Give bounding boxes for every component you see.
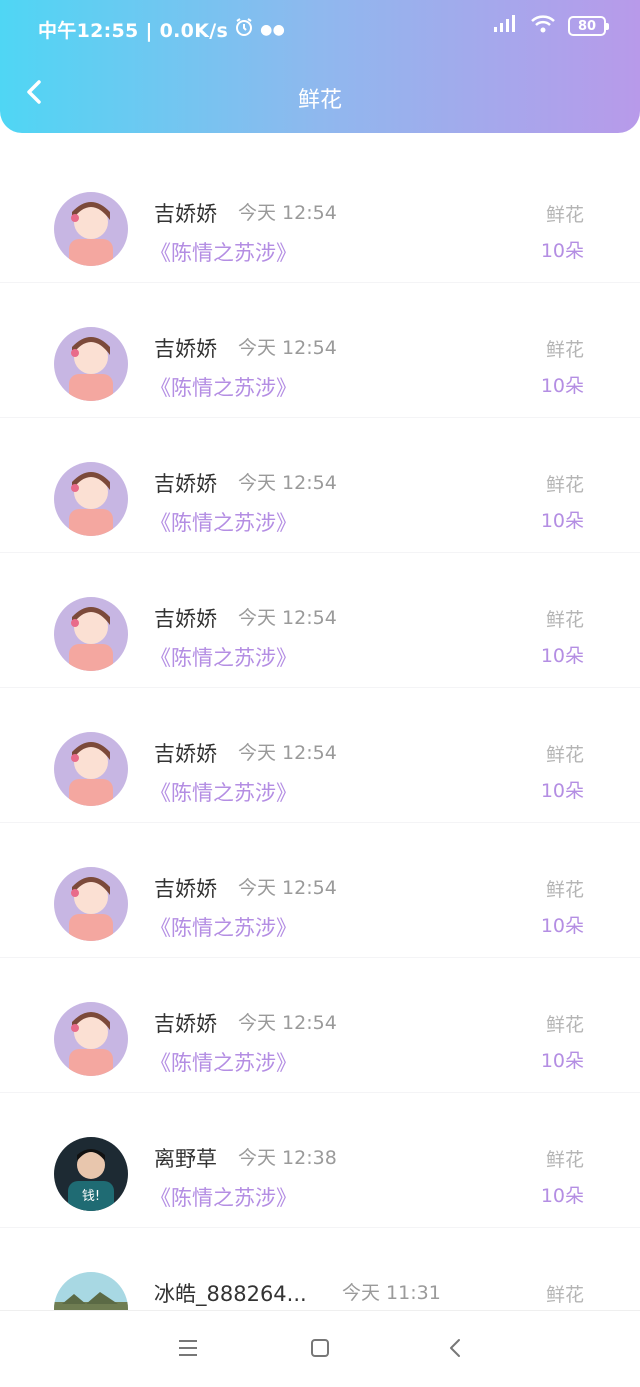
list-item[interactable]: 吉娇娇 今天 12:54 《陈情之苏涉》 鲜花 10朵 — [0, 148, 640, 283]
gift-time: 今天 12:54 — [238, 1012, 337, 1034]
list-item[interactable]: 钱! 离野草 今天 12:38 《陈情之苏涉》 鲜花 10朵 — [0, 1093, 640, 1228]
novel-title[interactable]: 《陈情之苏涉》 — [150, 1182, 297, 1212]
gift-type: 鲜花 — [545, 1149, 584, 1171]
battery-icon: 80 — [568, 16, 609, 36]
user-name[interactable]: 吉娇娇 — [154, 873, 217, 903]
alarm-icon — [234, 17, 254, 42]
user-name[interactable]: 冰皓_888264... — [154, 1278, 307, 1308]
gift-list: 吉娇娇 今天 12:54 《陈情之苏涉》 鲜花 10朵 吉娇娇 今天 12:54… — [0, 148, 640, 1363]
novel-title[interactable]: 《陈情之苏涉》 — [150, 237, 297, 267]
list-item[interactable]: 吉娇娇 今天 12:54 《陈情之苏涉》 鲜花 10朵 — [0, 553, 640, 688]
wifi-icon — [530, 14, 556, 38]
avatar[interactable] — [54, 1002, 128, 1076]
gift-time: 今天 12:54 — [238, 607, 337, 629]
user-name[interactable]: 吉娇娇 — [154, 333, 217, 363]
avatar[interactable] — [54, 327, 128, 401]
status-bar: 中午12:55 | 0.0K/s ●● 80 — [0, 0, 640, 58]
avatar[interactable]: 钱! — [54, 1137, 128, 1211]
gift-type: 鲜花 — [545, 474, 584, 496]
gift-time: 今天 12:38 — [238, 1147, 337, 1169]
list-item[interactable]: 吉娇娇 今天 12:54 《陈情之苏涉》 鲜花 10朵 — [0, 283, 640, 418]
system-back-button[interactable] — [440, 1335, 470, 1365]
home-button[interactable] — [305, 1335, 335, 1365]
gift-time: 今天 12:54 — [238, 877, 337, 899]
gift-count: 10朵 — [540, 915, 584, 937]
novel-title[interactable]: 《陈情之苏涉》 — [150, 777, 297, 807]
gift-time: 今天 12:54 — [238, 337, 337, 359]
avatar[interactable] — [54, 732, 128, 806]
gift-time: 今天 11:31 — [342, 1282, 441, 1304]
system-nav-bar — [0, 1310, 640, 1387]
user-name[interactable]: 离野草 — [154, 1143, 217, 1173]
list-item[interactable]: 吉娇娇 今天 12:54 《陈情之苏涉》 鲜花 10朵 — [0, 418, 640, 553]
status-time-speed: 中午12:55 | 0.0K/s — [38, 20, 229, 42]
gift-time: 今天 12:54 — [238, 472, 337, 494]
gift-count: 10朵 — [540, 1050, 584, 1072]
gift-count: 10朵 — [540, 375, 584, 397]
novel-title[interactable]: 《陈情之苏涉》 — [150, 912, 297, 942]
user-name[interactable]: 吉娇娇 — [154, 198, 217, 228]
avatar[interactable] — [54, 597, 128, 671]
avatar[interactable] — [54, 462, 128, 536]
gift-type: 鲜花 — [545, 1014, 584, 1036]
gift-type: 鲜花 — [545, 204, 584, 226]
gift-type: 鲜花 — [545, 339, 584, 361]
gift-type: 鲜花 — [545, 1284, 584, 1306]
novel-title[interactable]: 《陈情之苏涉》 — [150, 372, 297, 402]
gift-count: 10朵 — [540, 1185, 584, 1207]
user-name[interactable]: 吉娇娇 — [154, 1008, 217, 1038]
gift-type: 鲜花 — [545, 609, 584, 631]
user-name[interactable]: 吉娇娇 — [154, 603, 217, 633]
status-right: 80 — [492, 14, 609, 38]
battery-level: 80 — [577, 18, 597, 34]
novel-title[interactable]: 《陈情之苏涉》 — [150, 1047, 297, 1077]
gift-count: 10朵 — [540, 780, 584, 802]
avatar[interactable] — [54, 192, 128, 266]
home-square-icon — [309, 1337, 331, 1363]
menu-icon — [177, 1338, 199, 1362]
user-name[interactable]: 吉娇娇 — [154, 468, 217, 498]
triangle-back-icon — [447, 1337, 463, 1363]
gift-count: 10朵 — [540, 510, 584, 532]
gift-count: 10朵 — [540, 240, 584, 262]
menu-button[interactable] — [173, 1335, 203, 1365]
signal-icon — [492, 14, 518, 38]
gift-count: 10朵 — [540, 645, 584, 667]
gift-type: 鲜花 — [545, 744, 584, 766]
gift-time: 今天 12:54 — [238, 202, 337, 224]
gift-time: 今天 12:54 — [238, 742, 337, 764]
avatar-text: 钱! — [82, 1189, 100, 1204]
gift-type: 鲜花 — [545, 879, 584, 901]
page-title: 鲜花 — [297, 88, 342, 113]
user-name[interactable]: 吉娇娇 — [154, 738, 217, 768]
list-item[interactable]: 吉娇娇 今天 12:54 《陈情之苏涉》 鲜花 10朵 — [0, 823, 640, 958]
status-left: 中午12:55 | 0.0K/s ●● — [38, 16, 285, 43]
list-item[interactable]: 吉娇娇 今天 12:54 《陈情之苏涉》 鲜花 10朵 — [0, 688, 640, 823]
list-item[interactable]: 吉娇娇 今天 12:54 《陈情之苏涉》 鲜花 10朵 — [0, 958, 640, 1093]
nav-bar: 鲜花 — [0, 68, 640, 124]
novel-title[interactable]: 《陈情之苏涉》 — [150, 507, 297, 537]
novel-title[interactable]: 《陈情之苏涉》 — [150, 642, 297, 672]
app-header: 中午12:55 | 0.0K/s ●● 80 鲜花 — [0, 0, 640, 133]
more-notifications-icon: ●● — [260, 21, 286, 38]
avatar[interactable] — [54, 867, 128, 941]
